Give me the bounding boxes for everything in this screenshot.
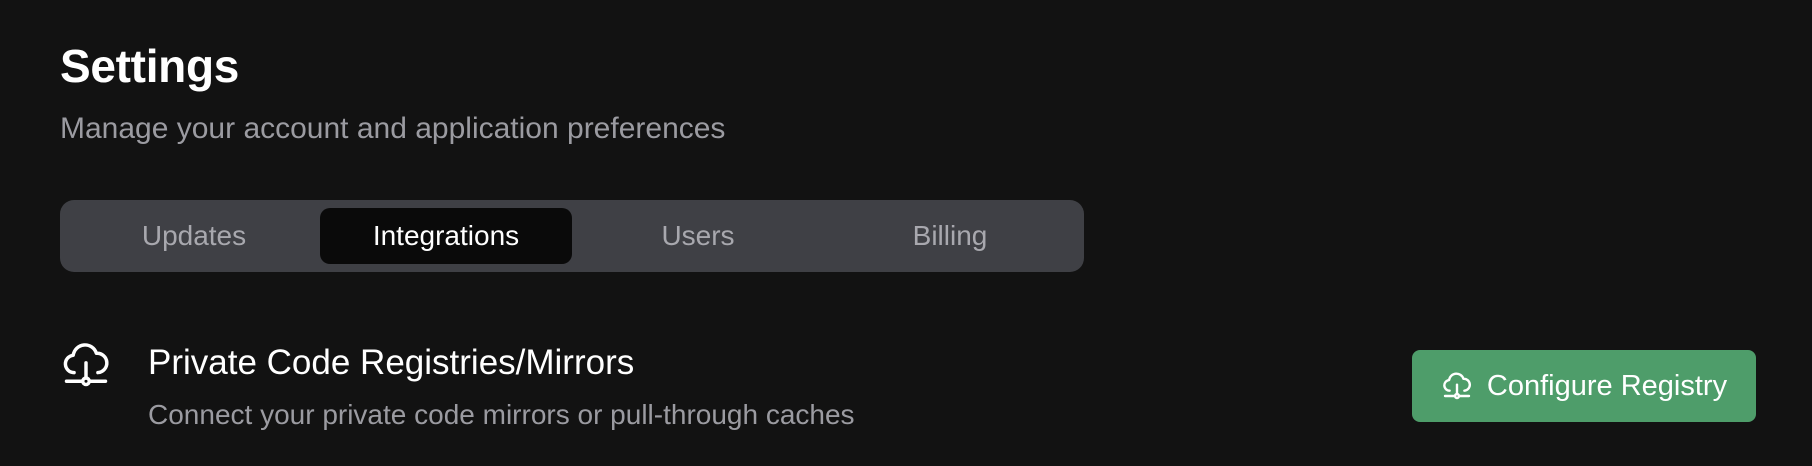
cloud-network-icon bbox=[60, 339, 112, 391]
settings-tabs: Updates Integrations Users Billing bbox=[60, 200, 1084, 272]
configure-registry-label: Configure Registry bbox=[1486, 369, 1728, 402]
section-description: Connect your private code mirrors or pul… bbox=[148, 399, 855, 430]
cloud-network-icon bbox=[1441, 370, 1473, 402]
section-title: Private Code Registries/Mirrors bbox=[148, 343, 635, 382]
private-registries-section: Private Code Registries/Mirrors Connect … bbox=[60, 335, 1756, 445]
settings-page: Settings Manage your account and applica… bbox=[0, 0, 1812, 466]
configure-registry-button[interactable]: Configure Registry bbox=[1412, 350, 1756, 422]
page-title: Settings bbox=[60, 40, 240, 92]
tab-billing[interactable]: Billing bbox=[824, 208, 1076, 264]
tab-updates[interactable]: Updates bbox=[68, 208, 320, 264]
tab-users[interactable]: Users bbox=[572, 208, 824, 264]
tab-integrations[interactable]: Integrations bbox=[320, 208, 572, 264]
page-subtitle: Manage your account and application pref… bbox=[60, 112, 726, 145]
